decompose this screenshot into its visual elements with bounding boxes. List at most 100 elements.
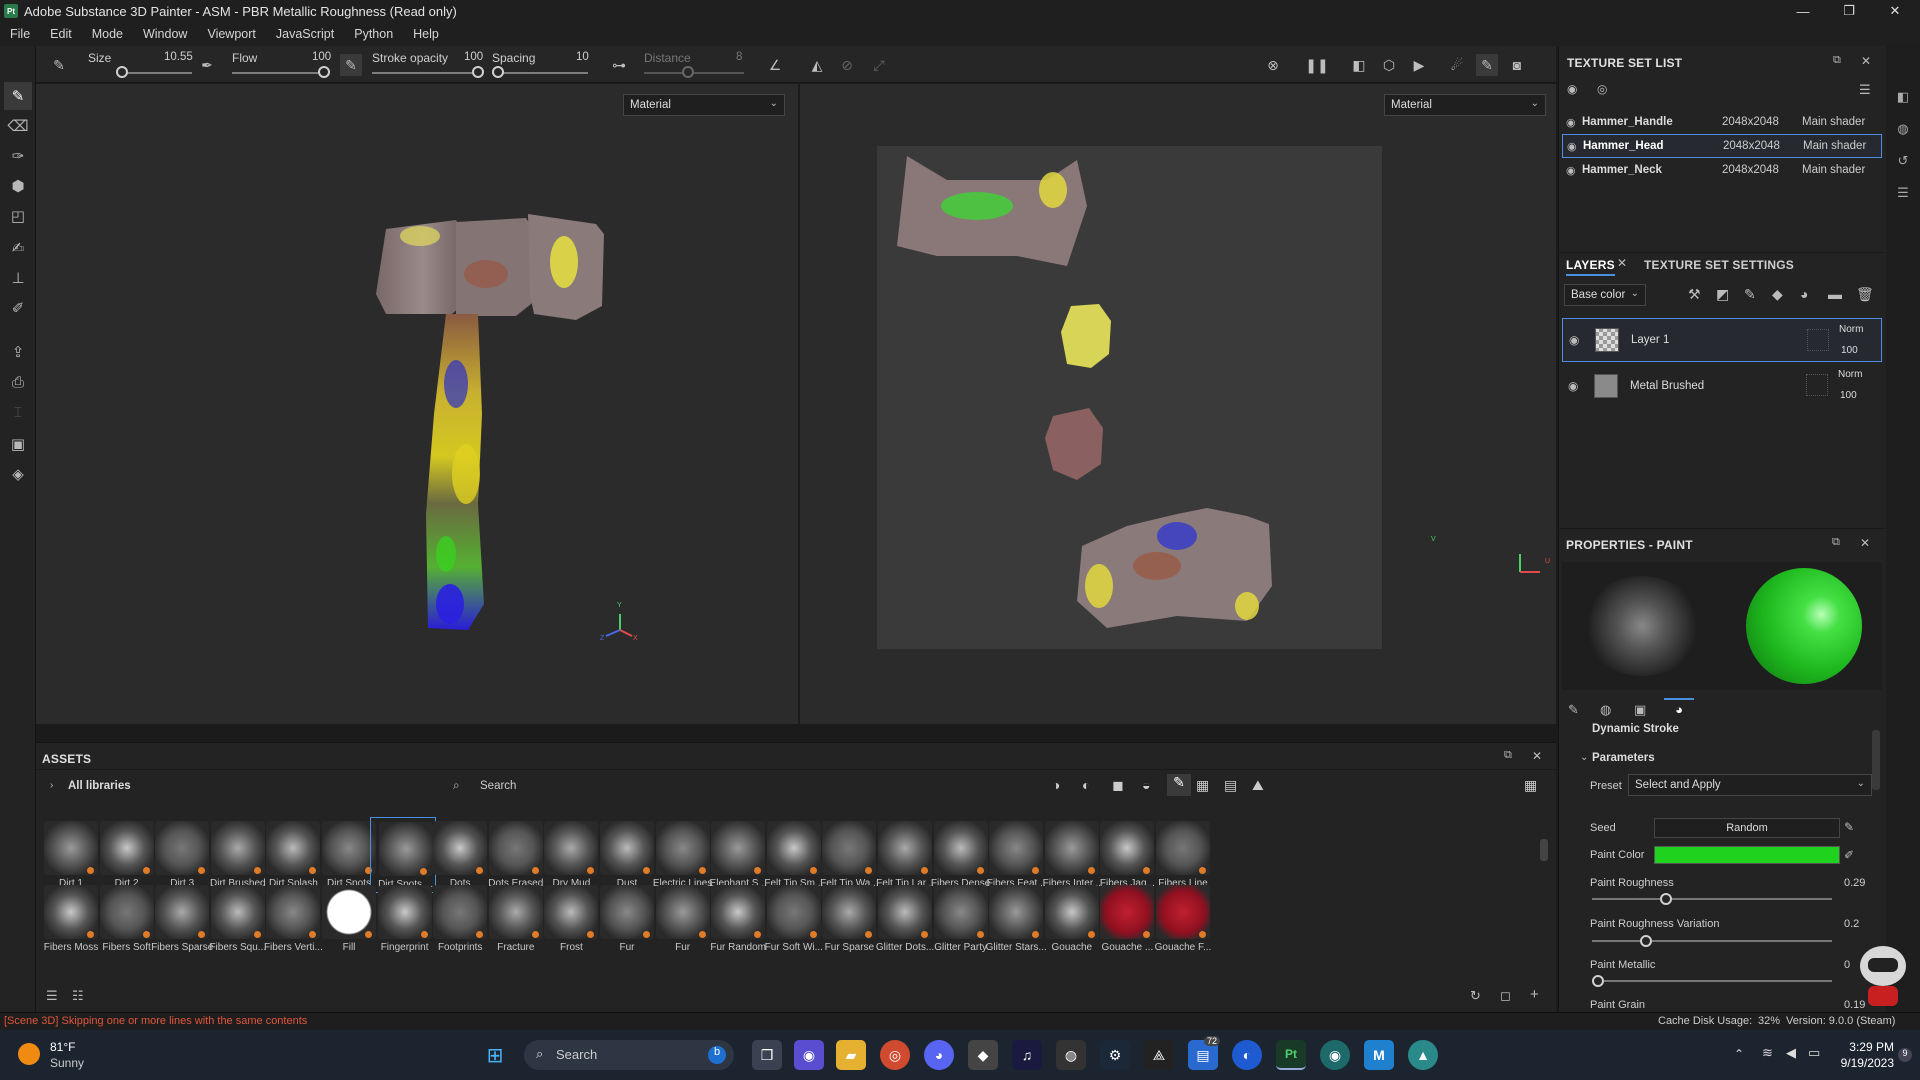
menu-python[interactable]: Python <box>344 27 403 41</box>
add-effect-icon[interactable]: ⚒ <box>1688 286 1701 303</box>
smudge-icon[interactable]: ✍ <box>4 234 32 262</box>
menu-icon[interactable]: ☰ <box>1859 82 1871 98</box>
all-libraries-label[interactable]: All libraries <box>68 780 131 792</box>
polygon-fill-icon[interactable]: ⬢ <box>4 172 32 200</box>
channel-dropdown[interactable]: Base color ⌄ <box>1564 284 1646 306</box>
stroke-opacity-slider[interactable] <box>372 72 482 74</box>
paint-mode-icon[interactable]: ✎ <box>1476 54 1498 76</box>
uv-icon[interactable]: ▣ <box>4 430 32 458</box>
app-icon[interactable]: ▲ <box>1408 1040 1438 1070</box>
paint-metallic-slider[interactable] <box>1592 980 1832 982</box>
steam-icon[interactable]: ⚙ <box>1100 1040 1130 1070</box>
assets-scrollbar[interactable] <box>1540 839 1548 861</box>
wifi-icon[interactable]: ≋ <box>1762 1045 1773 1061</box>
filter-filters-icon[interactable]: ◒ <box>1142 777 1150 793</box>
layer-opacity[interactable]: 100 <box>1840 390 1857 401</box>
pause-icon[interactable]: ❚❚ <box>1305 54 1328 76</box>
eye-icon[interactable]: ◉ <box>1566 116 1582 129</box>
geometry-mask-icon[interactable]: ◰ <box>4 202 32 230</box>
close-panel-icon[interactable]: ✕ <box>1532 749 1542 763</box>
discord-icon[interactable]: ◕ <box>924 1040 954 1070</box>
import-icon[interactable]: ☰ <box>46 988 58 1004</box>
new-window-icon[interactable]: ◻ <box>1500 988 1511 1004</box>
filter-brushes-icon[interactable]: ✎ <box>1167 774 1191 796</box>
color-picker-icon[interactable]: ✐ <box>4 294 32 322</box>
float-panel-icon[interactable]: ⧉ <box>1833 54 1841 67</box>
camera-icon[interactable]: ▶ <box>1408 54 1430 76</box>
battery-icon[interactable]: ▭ <box>1808 1045 1820 1061</box>
distance-slider-handle[interactable] <box>682 66 694 78</box>
projection-icon[interactable]: ✑ <box>4 142 32 170</box>
asset-tile[interactable]: Gouache F... <box>1148 881 1214 957</box>
split-view-icon[interactable]: ◧ <box>1348 54 1370 76</box>
measure-icon[interactable]: ⌶ <box>4 398 32 426</box>
close-window-button[interactable]: ✕ <box>1875 0 1915 22</box>
menu-help[interactable]: Help <box>403 27 449 41</box>
chevron-right-icon[interactable]: › <box>50 780 53 791</box>
layer-row-selected[interactable]: ◉ Layer 1 Norm 100 <box>1562 318 1882 362</box>
unity-icon[interactable]: ◆ <box>968 1040 998 1070</box>
taskbar-search-input[interactable]: Search <box>556 1047 597 1062</box>
alpha-tab-icon[interactable]: ◍ <box>1600 702 1611 718</box>
substance-painter-icon[interactable]: Pt <box>1276 1040 1306 1070</box>
seed-random-button[interactable]: Random <box>1654 818 1840 838</box>
epic-icon[interactable]: ⟁ <box>1144 1040 1174 1070</box>
texture-set-row[interactable]: ◉ Hammer_Handle 2048x2048 Main shader <box>1562 110 1882 134</box>
menu-mode[interactable]: Mode <box>82 27 133 41</box>
dynamic-stroke-section[interactable]: Dynamic Stroke <box>1592 723 1679 735</box>
filter-materials-icon[interactable]: ◑ <box>1052 777 1060 793</box>
texture-set-row-selected[interactable]: ◉ Hammer_Head 2048x2048 Main shader <box>1562 134 1882 158</box>
stroke-opacity-value[interactable]: 100 <box>464 51 483 63</box>
volume-icon[interactable]: ◀ <box>1786 1045 1796 1061</box>
close-tab-icon[interactable]: ✕ <box>1617 256 1627 270</box>
task-view-icon[interactable]: ❒ <box>752 1040 782 1070</box>
list-view-icon[interactable]: ☷ <box>72 988 84 1004</box>
obs-icon[interactable]: ◍ <box>1056 1040 1086 1070</box>
show-all-icon[interactable]: ◎ <box>1597 82 1607 96</box>
size-slider[interactable] <box>118 72 192 74</box>
stroke-opacity-icon[interactable]: ✎ <box>340 54 362 76</box>
iray-icon[interactable]: ☄ <box>1446 54 1468 76</box>
app-icon[interactable]: ◉ <box>1320 1040 1350 1070</box>
float-panel-icon[interactable]: ⧉ <box>1504 749 1512 762</box>
layer-name[interactable]: Metal Brushed <box>1630 380 1810 392</box>
add-smart-material-icon[interactable]: ◕ <box>1800 286 1808 302</box>
close-panel-icon[interactable]: ✕ <box>1860 536 1870 550</box>
refresh-icon[interactable]: ↻ <box>1470 988 1481 1004</box>
add-fill-layer-icon[interactable]: ◆ <box>1772 286 1783 303</box>
filter-textures-icon[interactable]: ▦ <box>1196 777 1209 794</box>
layer-opacity[interactable]: 100 <box>1841 345 1858 356</box>
paint-roughness-variation-handle[interactable] <box>1640 935 1652 947</box>
transform-icon[interactable]: ⤢ <box>868 54 890 76</box>
brush-preset-icon[interactable]: ✎ <box>48 54 70 76</box>
blend-mode[interactable]: Norm <box>1839 324 1863 335</box>
menu-viewport[interactable]: Viewport <box>197 27 265 41</box>
clock-time[interactable]: 3:29 PM <box>1820 1040 1894 1054</box>
spacing-slider-handle[interactable] <box>492 66 504 78</box>
maximize-button[interactable]: ❐ <box>1829 0 1869 22</box>
flow-slider[interactable] <box>232 72 328 74</box>
chevron-up-icon[interactable]: ⌃ <box>1734 1047 1744 1061</box>
shader-settings-icon[interactable]: ◍ <box>1892 118 1914 140</box>
paint-brush-icon[interactable]: ✎ <box>4 82 32 110</box>
material-tab-icon[interactable]: ◕ <box>1664 698 1694 720</box>
filter-environment-icon[interactable]: ⛰ <box>1252 777 1264 794</box>
mask-slot[interactable] <box>1806 374 1828 396</box>
minimize-button[interactable]: — <box>1783 0 1823 22</box>
angle-icon[interactable]: ∠ <box>764 54 786 76</box>
display-mode-icon[interactable]: ⬡ <box>1378 54 1400 76</box>
hide-icon[interactable]: ⊗ <box>1262 54 1284 76</box>
preset-dropdown[interactable]: Select and Apply ⌄ <box>1628 774 1872 796</box>
display-settings-icon[interactable]: ◧ <box>1892 86 1914 108</box>
color-picker-icon[interactable]: ✐ <box>1844 848 1854 862</box>
lazy-mouse-icon[interactable]: ⊶ <box>608 54 630 76</box>
symmetry-mirror-icon[interactable]: ⊘ <box>836 54 858 76</box>
publish-icon[interactable]: ◈ <box>4 460 32 488</box>
paint-roughness-variation-slider[interactable] <box>1592 940 1832 942</box>
texture-set-row[interactable]: ◉ Hammer_Neck 2048x2048 Main shader <box>1562 158 1882 182</box>
taskbar-search[interactable]: ⌕ Search b <box>524 1040 734 1070</box>
menu-file[interactable]: File <box>0 27 40 41</box>
symmetry-icon[interactable]: ◭ <box>806 54 828 76</box>
weather-temp[interactable]: 81°F <box>50 1040 75 1054</box>
layer-row[interactable]: ◉ Metal Brushed Norm 100 <box>1562 364 1882 408</box>
